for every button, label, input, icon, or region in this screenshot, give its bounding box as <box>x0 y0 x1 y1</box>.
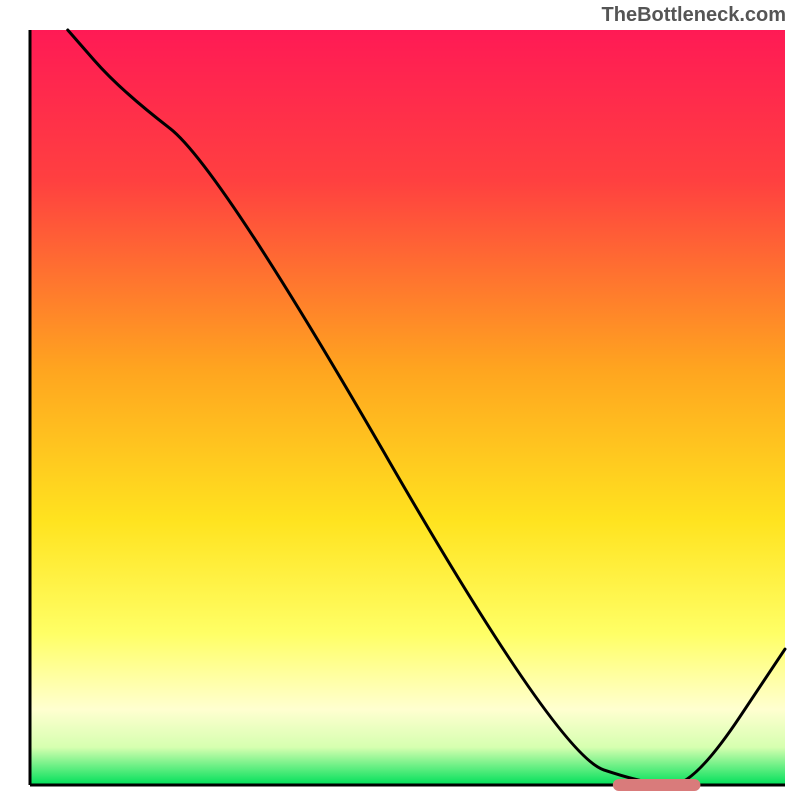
watermark-text: TheBottleneck.com <box>602 4 786 27</box>
chart-container: TheBottleneck.com <box>0 0 800 800</box>
plot-background <box>30 30 785 785</box>
chart-svg <box>0 0 800 800</box>
